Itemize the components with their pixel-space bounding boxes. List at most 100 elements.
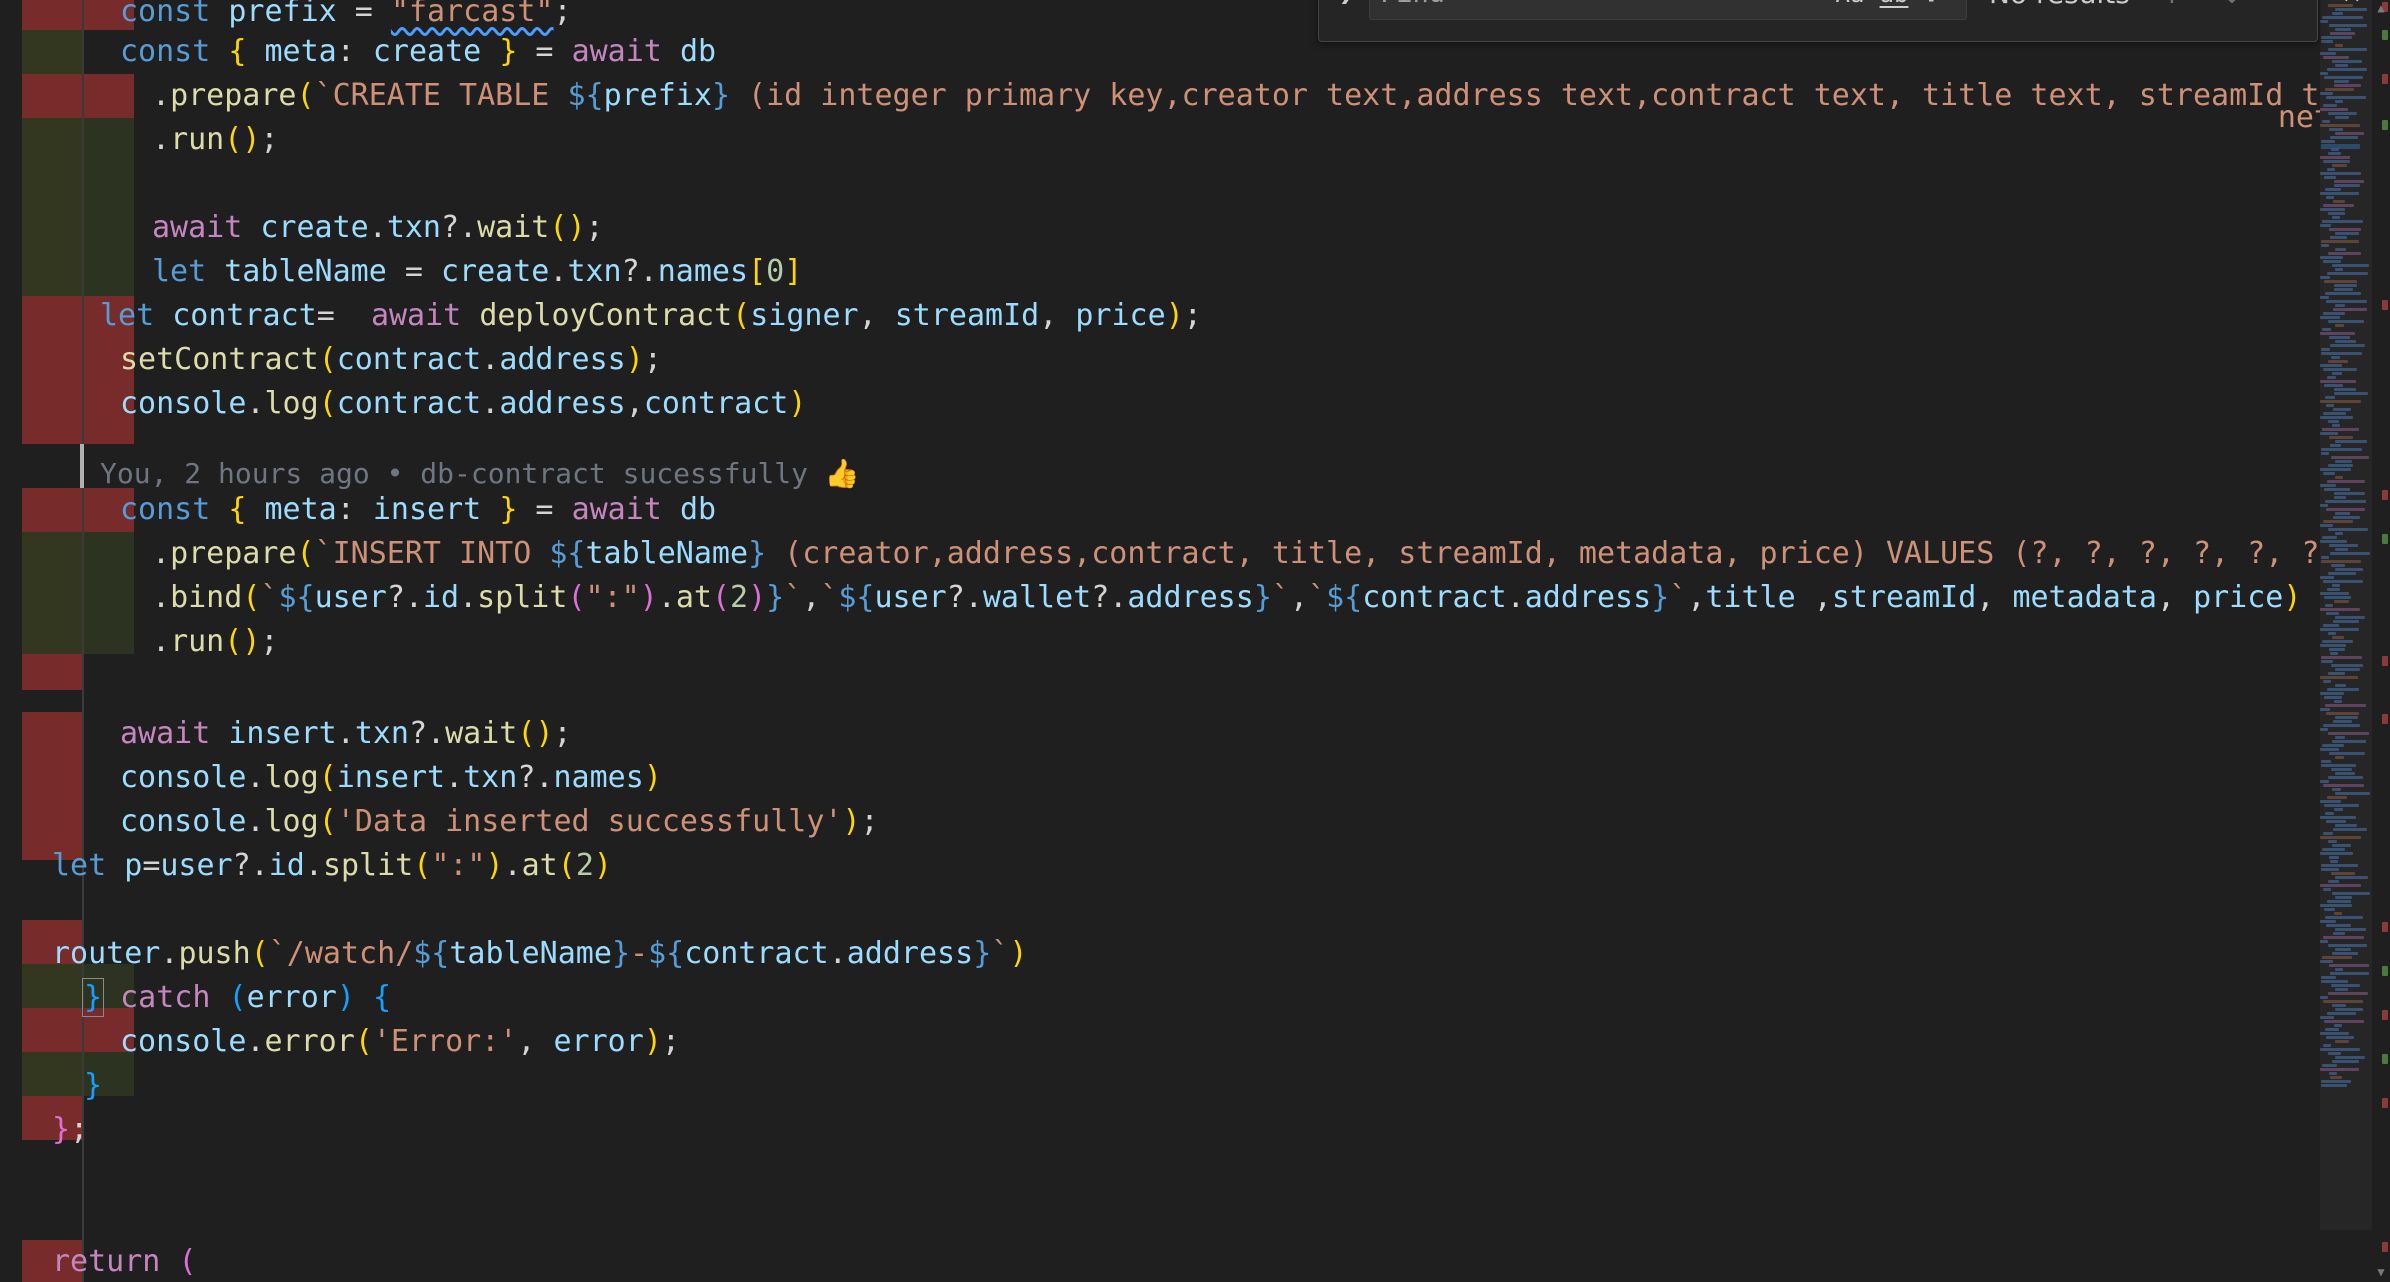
find-in-selection-icon[interactable] (2270, 0, 2314, 16)
code-token: txn (463, 760, 518, 795)
code-token: p (124, 848, 143, 883)
minimap-line (2324, 804, 2359, 807)
line-console-error[interactable]: console.error('Error:', error); (120, 1020, 680, 1064)
line-bind-insert[interactable]: .bind(`${user?.id.split(":").at(2)}`,`${… (152, 576, 2301, 620)
line-close-fn[interactable]: }; (52, 1108, 88, 1152)
minimap-line (2326, 96, 2366, 99)
line-let-contract[interactable]: let contract= await deployContract(signe… (100, 294, 1202, 338)
minimap-line (2326, 404, 2334, 407)
find-widget[interactable]: ❯ Aa ab No results ↑ ↓ (1318, 0, 2361, 42)
find-input-container[interactable]: Aa ab (1369, 0, 1967, 20)
code-editor[interactable]: const prefix = "farcast"; const { meta: c… (0, 0, 2390, 1282)
line-const-create[interactable]: const { meta: create } = await db (120, 30, 716, 74)
match-whole-word-icon[interactable]: ab (1874, 0, 1914, 14)
code-token: , (2156, 580, 2194, 615)
line-let-p[interactable]: let p=user?.id.split(":").at(2) (52, 844, 612, 888)
minimap-line (2321, 144, 2360, 149)
minimap-line (2321, 1080, 2351, 1083)
code-token: . (152, 78, 171, 113)
overview-ruler-marker-removed (2382, 1098, 2388, 1108)
line-run-1[interactable]: .run(); (152, 118, 278, 162)
git-blame-annotation[interactable]: You, 2 hours ago • db-contract sucessful… (100, 452, 860, 496)
minimap-line (2335, 988, 2348, 991)
minimap-line (2320, 800, 2341, 803)
line-await-create-wait[interactable]: await create.txn?.wait(); (152, 206, 604, 250)
line-let-tablename[interactable]: let tableName = create.txn?.names[0] (152, 250, 802, 294)
minimap-line (2327, 272, 2368, 275)
minimap-line (2326, 508, 2365, 511)
code-token: ) (485, 848, 504, 883)
minimap-line (2320, 592, 2349, 595)
line-return[interactable]: return ( (52, 1240, 197, 1282)
code-content[interactable]: const prefix = "farcast"; const { meta: c… (0, 0, 2390, 1282)
code-token: await (152, 210, 243, 245)
code-token: } (711, 78, 730, 113)
minimap-line (2335, 824, 2357, 827)
close-find-icon[interactable]: ✕ (2330, 0, 2374, 16)
overview-ruler-scrollbar[interactable]: ▲ ▼ (2372, 0, 2390, 1282)
minimap-line (2323, 580, 2363, 583)
toggle-replace-chevron-right-icon[interactable]: ❯ (1331, 0, 1363, 24)
minimap-line (2320, 996, 2328, 999)
minimap-line (2320, 208, 2345, 211)
line-await-insert-wait[interactable]: await insert.txn?.wait(); (120, 712, 572, 756)
minimap-line (2323, 888, 2331, 891)
code-token: split (322, 848, 414, 883)
code-token: ?. (1091, 580, 1128, 615)
scroll-up-arrow-icon[interactable]: ▲ (2375, 2, 2387, 14)
line-prepare-create[interactable]: .prepare(`CREATE TABLE ${prefix} (id int… (152, 74, 2390, 118)
minimap-line (2332, 952, 2358, 955)
code-token: , (1795, 580, 1832, 615)
minimap-line (2329, 964, 2369, 967)
find-input[interactable] (1370, 0, 1830, 19)
code-token: insert (228, 716, 337, 751)
overview-ruler-marker-removed (2382, 656, 2388, 666)
code-token: txn (567, 254, 622, 289)
code-token: create (260, 210, 369, 245)
minimap-line (2320, 72, 2328, 75)
minimap-line (2335, 44, 2343, 47)
minimap-line (2321, 656, 2362, 659)
code-token: (creator,address,contract, title, stream… (766, 536, 2390, 571)
line-prepare-insert[interactable]: .prepare(`INSERT INTO ${tableName} (crea… (152, 532, 2390, 576)
line-run-2[interactable]: .run(); (152, 620, 278, 664)
line-console-log-data[interactable]: console.log('Data inserted successfully'… (120, 800, 879, 844)
code-token: ` (784, 580, 803, 615)
minimap-line (2329, 228, 2361, 231)
line-console-log-contract[interactable]: console.log(contract.address,contract) (120, 382, 806, 426)
code-token: meta (264, 34, 337, 69)
line-close-catch[interactable]: } (84, 1064, 102, 1108)
line-console-log-names[interactable]: console.log(insert.txn?.names) (120, 756, 662, 800)
code-token: ( (228, 980, 247, 1015)
code-token: price (1075, 298, 1166, 333)
line-const-prefix[interactable]: const prefix = "farcast"; (120, 0, 572, 34)
minimap-line (2320, 960, 2333, 963)
use-regex-icon[interactable] (1918, 0, 1958, 14)
minimap-line (2328, 360, 2348, 363)
code-token: ( (224, 122, 243, 157)
code-token: , (1687, 580, 1706, 615)
code-token: address (499, 386, 626, 421)
line-catch[interactable]: } catch (error) { (81, 976, 391, 1020)
minimap[interactable] (2320, 0, 2372, 1282)
minimap-line (2324, 384, 2343, 387)
scroll-down-arrow-icon[interactable]: ▼ (2375, 1266, 2387, 1278)
minimap-line (2323, 412, 2346, 415)
match-case-icon[interactable]: Aa (1830, 0, 1870, 14)
minimap-line (2330, 344, 2365, 347)
code-token: id (422, 580, 460, 615)
next-match-icon[interactable]: ↓ (2210, 0, 2254, 16)
previous-match-icon[interactable]: ↑ (2150, 0, 2194, 16)
code-token: ":" (431, 848, 486, 883)
code-token: log (264, 804, 319, 839)
code-token: ) (242, 624, 261, 659)
line-router-push[interactable]: router.push(`/watch/${tableName}-${contr… (52, 932, 1027, 976)
minimap-line (2326, 924, 2351, 927)
minimap-line (2328, 112, 2357, 115)
minimap-line (2320, 484, 2336, 487)
minimap-line (2331, 984, 2360, 987)
line-setcontract[interactable]: setContract(contract.address); (120, 338, 662, 382)
